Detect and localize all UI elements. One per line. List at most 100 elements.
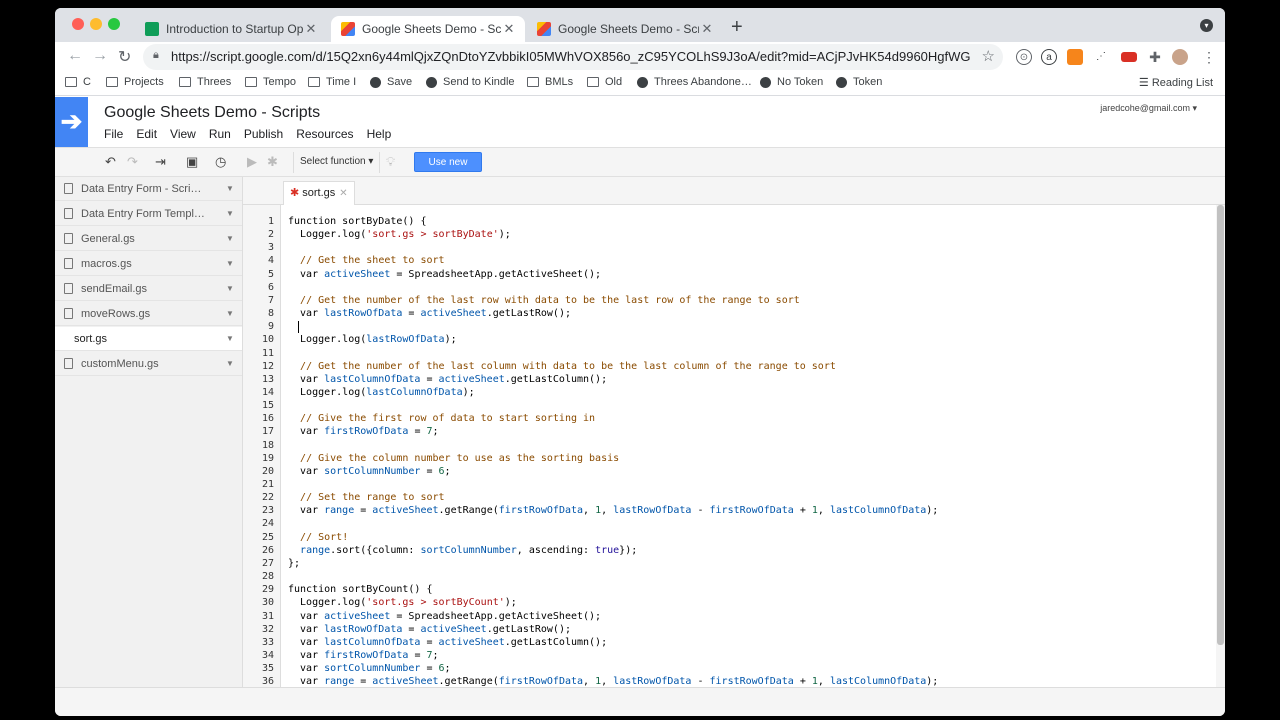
account-menu[interactable]: jaredcohe@gmail.com ▾	[1100, 103, 1197, 114]
minimize-window-button[interactable]	[90, 18, 102, 30]
code-line[interactable]: var sortColumnNumber = 6;	[288, 466, 451, 477]
code-line[interactable]: // Sort!	[288, 532, 348, 543]
code-line[interactable]: function sortByDate() {	[288, 216, 426, 227]
code-line[interactable]: };	[288, 558, 300, 569]
reading-list-button[interactable]: ☰ Reading List	[1139, 76, 1213, 89]
browser-tab-3[interactable]: Google Sheets Demo - Scripts ✕	[527, 16, 723, 42]
undo-icon[interactable]: ↶	[105, 154, 116, 170]
menu-publish[interactable]: Publish	[244, 127, 283, 141]
close-tab-icon[interactable]: ✕	[303, 21, 319, 37]
bookmark-item[interactable]: Token	[836, 76, 882, 88]
file-item[interactable]: Data Entry Form Templ… ▼	[55, 202, 242, 226]
file-item[interactable]: customMenu.gs ▼	[55, 352, 242, 376]
profile-avatar[interactable]	[1172, 49, 1188, 65]
close-window-button[interactable]	[72, 18, 84, 30]
code-line[interactable]: var firstRowOfData = 7;	[288, 650, 439, 661]
code-line[interactable]: var lastRowOfData = activeSheet.getLastR…	[288, 308, 571, 319]
code-line[interactable]: var lastColumnOfData = activeSheet.getLa…	[288, 637, 607, 648]
code-line[interactable]: range.sort({column: sortColumnNumber, as…	[288, 545, 637, 556]
code-line[interactable]: var sortColumnNumber = 6;	[288, 663, 451, 674]
code-line[interactable]: // Get the number of the last column wit…	[288, 361, 836, 372]
file-menu-caret-icon[interactable]: ▼	[218, 259, 242, 268]
bookmark-star-icon[interactable]: ☆	[982, 47, 995, 65]
file-item[interactable]: sendEmail.gs ▼	[55, 277, 242, 301]
close-tab-icon[interactable]: ✕	[339, 188, 347, 199]
apps-script-logo-icon[interactable]: ➔	[55, 97, 88, 147]
scrollbar-thumb[interactable]	[1217, 205, 1224, 645]
bookmark-item[interactable]: Threes	[179, 76, 231, 88]
use-new-editor-button[interactable]: Use new editor	[414, 152, 482, 188]
project-title[interactable]: Google Sheets Demo - Scripts	[104, 104, 320, 122]
file-menu-caret-icon[interactable]: ▼	[218, 284, 242, 293]
browser-tab-1[interactable]: Introduction to Startup Operati ✕	[135, 16, 327, 42]
bookmark-item[interactable]: Tempo	[245, 76, 296, 88]
menu-edit[interactable]: Edit	[136, 127, 157, 141]
browser-tab-2[interactable]: Google Sheets Demo - Scripts ✕	[331, 16, 525, 42]
file-menu-caret-icon[interactable]: ▼	[218, 209, 242, 218]
triggers-clock-icon[interactable]: ◷	[215, 154, 226, 170]
file-menu-caret-icon[interactable]: ▼	[218, 309, 242, 318]
file-menu-caret-icon[interactable]: ▼	[218, 359, 242, 368]
debug-icon[interactable]: ✱	[267, 154, 278, 170]
bookmark-item[interactable]: Threes Abandone…	[637, 76, 752, 88]
back-icon[interactable]: ←	[67, 47, 83, 65]
code-line[interactable]: // Give the first row of data to start s…	[288, 413, 595, 424]
file-item[interactable]: General.gs ▼	[55, 227, 242, 251]
file-item-active[interactable]: sort.gs ▼	[55, 327, 242, 351]
lightbulb-icon[interactable]: 💡︎	[386, 154, 395, 170]
run-icon[interactable]: ▶	[247, 154, 257, 170]
reload-icon[interactable]: ↻	[118, 47, 131, 67]
extension-icon[interactable]: ⊙	[1016, 49, 1032, 65]
code-line[interactable]	[288, 321, 300, 332]
file-menu-caret-icon[interactable]: ▼	[218, 184, 242, 193]
lastpass-icon[interactable]	[1121, 52, 1137, 62]
editor-tab-sort-gs[interactable]: ✱ sort.gs ✕	[283, 181, 355, 205]
close-tab-icon[interactable]: ✕	[501, 21, 517, 37]
menu-view[interactable]: View	[170, 127, 196, 141]
code-line[interactable]: // Give the column number to use as the …	[288, 453, 619, 464]
forward-icon[interactable]: →	[92, 47, 108, 65]
close-tab-icon[interactable]: ✕	[699, 21, 715, 37]
address-bar[interactable]: 🔒︎ https://script.google.com/d/15Q2xn6y4…	[143, 44, 1003, 70]
bookmark-item[interactable]: Save	[370, 76, 412, 88]
menu-file[interactable]: File	[104, 127, 123, 141]
code-line[interactable]: Logger.log('sort.gs > sortByDate');	[288, 229, 511, 240]
menu-help[interactable]: Help	[367, 127, 392, 141]
file-menu-caret-icon[interactable]: ▼	[218, 334, 242, 343]
select-function-dropdown[interactable]: Select function ▾	[293, 152, 381, 173]
file-menu-caret-icon[interactable]: ▼	[218, 234, 242, 243]
code-line[interactable]: var lastColumnOfData = activeSheet.getLa…	[288, 374, 607, 385]
new-tab-icon[interactable]: +	[731, 16, 743, 39]
redo-icon[interactable]: ↷	[127, 154, 138, 170]
bookmark-item[interactable]: BMLs	[527, 76, 573, 88]
bookmark-item[interactable]: Send to Kindle	[426, 76, 515, 88]
browser-menu-icon[interactable]: ⋮	[1201, 49, 1217, 65]
code-line[interactable]: // Get the number of the last row with d…	[288, 295, 800, 306]
file-item[interactable]: macros.gs ▼	[55, 252, 242, 276]
save-icon[interactable]: ▣	[186, 154, 198, 170]
code-line[interactable]: Logger.log(lastColumnOfData);	[288, 387, 475, 398]
extensions-puzzle-icon[interactable]: ✚	[1147, 49, 1163, 65]
code-line[interactable]: var range = activeSheet.getRange(firstRo…	[288, 505, 938, 516]
code-line[interactable]: function sortByCount() {	[288, 584, 433, 595]
code-line[interactable]: // Set the range to sort	[288, 492, 445, 503]
bookmark-item[interactable]: Time I	[308, 76, 356, 88]
code-line[interactable]: var firstRowOfData = 7;	[288, 426, 439, 437]
code-line[interactable]: // Get the sheet to sort	[288, 255, 445, 266]
file-item[interactable]: Data Entry Form - Scri… ▼	[55, 177, 242, 201]
bookmark-item[interactable]: Old	[587, 76, 622, 88]
menu-resources[interactable]: Resources	[296, 127, 353, 141]
bookmark-item[interactable]: Projects	[106, 76, 164, 88]
menu-run[interactable]: Run	[209, 127, 231, 141]
code-line[interactable]: var range = activeSheet.getRange(firstRo…	[288, 676, 938, 687]
code-line[interactable]: var activeSheet = SpreadsheetApp.getActi…	[288, 611, 601, 622]
code-line[interactable]: Logger.log('sort.gs > sortByCount');	[288, 597, 517, 608]
url-text[interactable]: https://script.google.com/d/15Q2xn6y44ml…	[171, 49, 971, 64]
tab-search-icon[interactable]: ▾	[1200, 19, 1213, 32]
vertical-scrollbar[interactable]	[1216, 205, 1225, 687]
bookmark-item[interactable]: C	[65, 76, 91, 88]
metamask-icon[interactable]	[1067, 49, 1083, 65]
maximize-window-button[interactable]	[108, 18, 120, 30]
code-line[interactable]: Logger.log(lastRowOfData);	[288, 334, 457, 345]
code-line[interactable]: var lastRowOfData = activeSheet.getLastR…	[288, 624, 571, 635]
